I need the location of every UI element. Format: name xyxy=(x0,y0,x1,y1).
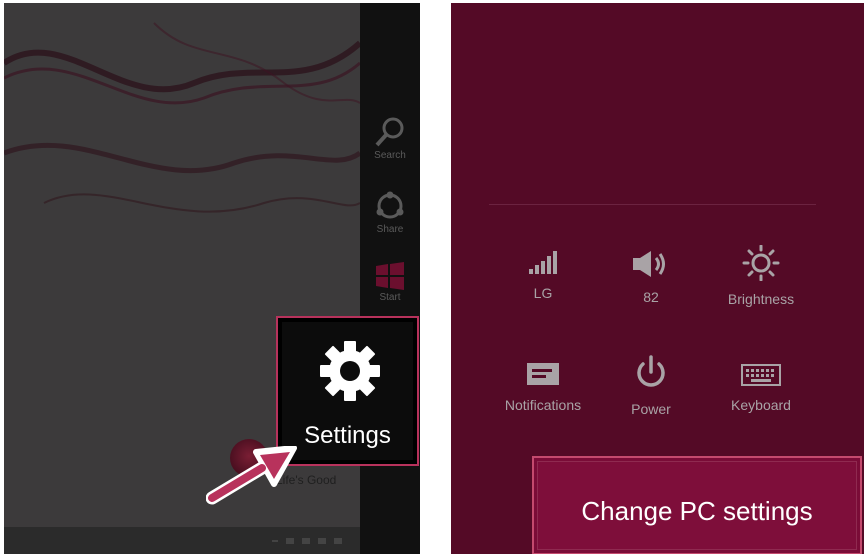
keyboard-label: Keyboard xyxy=(731,397,791,413)
change-pc-settings-inner: Change PC settings xyxy=(537,461,857,550)
gear-icon xyxy=(320,341,380,401)
brightness-label: Brightness xyxy=(727,291,795,307)
power-icon xyxy=(637,355,665,387)
settings-charm-inner: Settings xyxy=(282,322,413,460)
windows-logo-icon xyxy=(376,262,404,290)
charm-start[interactable]: Start xyxy=(360,261,420,303)
search-icon xyxy=(375,117,404,147)
charm-share[interactable]: Share xyxy=(360,189,420,235)
volume-icon xyxy=(633,251,665,277)
share-icon xyxy=(376,191,404,219)
quick-setting-brightness[interactable]: Brightness xyxy=(701,245,821,307)
change-pc-settings-button[interactable]: Change PC settings xyxy=(532,456,862,554)
notifications-label: Notifications xyxy=(504,397,582,413)
charm-search-label: Search xyxy=(374,150,406,161)
network-signal-icon xyxy=(529,251,557,274)
system-tray-icons xyxy=(272,538,342,544)
change-pc-settings-label: Change PC settings xyxy=(581,496,813,526)
settings-pane: LG 82 Brightness Notifications Power Key… xyxy=(451,3,864,554)
charm-search[interactable]: Search xyxy=(360,115,420,161)
keyboard-icon xyxy=(741,364,781,386)
network-label: LG xyxy=(533,285,553,301)
quick-setting-volume[interactable]: 82 xyxy=(591,249,711,305)
quick-setting-power[interactable]: Power xyxy=(591,355,711,417)
power-label: Power xyxy=(631,401,671,417)
pointer-arrow-icon xyxy=(206,446,297,505)
quick-setting-network[interactable]: LG xyxy=(483,249,603,301)
volume-label: 82 xyxy=(643,289,659,305)
taskbar xyxy=(4,527,360,554)
charm-share-label: Share xyxy=(376,224,404,235)
brightness-icon xyxy=(742,245,780,281)
divider xyxy=(489,204,816,205)
settings-charm-button[interactable]: Settings xyxy=(276,316,419,466)
charms-bar: Search Share Start xyxy=(360,3,420,554)
charm-start-label: Start xyxy=(379,292,401,303)
quick-setting-keyboard[interactable]: Keyboard xyxy=(701,363,821,413)
settings-label: Settings xyxy=(304,422,391,449)
quick-setting-notifications[interactable]: Notifications xyxy=(483,361,603,413)
notifications-icon xyxy=(527,363,559,385)
